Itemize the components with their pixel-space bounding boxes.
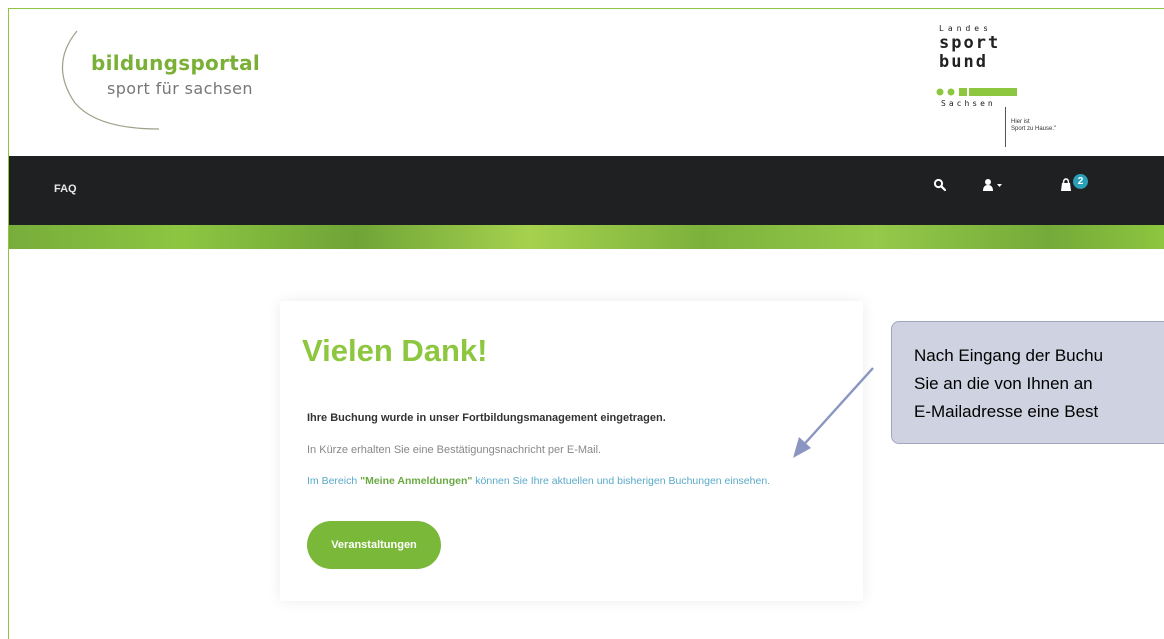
lsb-line1: Landes	[939, 24, 992, 33]
cart-icon[interactable]	[1059, 178, 1073, 197]
nav-faq-link[interactable]: FAQ	[54, 183, 77, 195]
confirmation-email-notice: In Kürze erhalten Sie eine Bestätigungsn…	[307, 444, 602, 456]
lsb-slogan: Hier ist Sport zu Hause."	[1011, 119, 1056, 133]
landessportbund-logo[interactable]: Landes sport bund Sachsen Hier ist Sport…	[929, 21, 1099, 153]
lsb-slogan-line2: Sport zu Hause."	[1011, 126, 1057, 133]
lsb-wordmark: Landes sport bund	[939, 25, 1000, 71]
logo-tagline: sport für sachsen	[107, 79, 253, 98]
meine-anmeldungen-link[interactable]: "Meine Anmeldungen"	[360, 475, 472, 487]
callout-arrow-icon	[793, 367, 874, 458]
user-menu-icon[interactable]	[983, 178, 1005, 197]
search-icon[interactable]	[933, 178, 947, 197]
cart-count-badge: 2	[1073, 174, 1088, 189]
logo-name: bildungsportal	[91, 51, 261, 75]
lsb-line3: bund	[939, 52, 988, 72]
my-bookings-hint-prefix: Im Bereich	[307, 475, 361, 487]
veranstaltungen-button[interactable]: Veranstaltungen	[307, 521, 441, 569]
callout-line2: Sie an die von Ihnen an	[914, 374, 1093, 393]
my-bookings-hint: Im Bereich "Meine Anmeldungen" können Si…	[307, 473, 827, 490]
lsb-slogan-line1: Hier ist	[1011, 119, 1030, 125]
my-bookings-hint-suffix: können Sie Ihre aktuellen und bisherigen…	[472, 475, 771, 487]
annotation-callout: Nach Eingang der Buchu Sie an die von Ih…	[891, 321, 1164, 444]
lsb-line4: Sachsen	[941, 99, 996, 108]
lsb-divider	[1005, 107, 1006, 147]
lsb-dots-icon	[936, 88, 1017, 96]
lsb-line2: sport	[939, 33, 1001, 53]
confirmation-title: Vielen Dank!	[302, 333, 488, 368]
decorative-green-band	[9, 225, 1164, 249]
callout-line1: Nach Eingang der Buchu	[914, 346, 1104, 365]
callout-line3: E-Mailadresse eine Best	[914, 402, 1099, 421]
confirmation-message: Ihre Buchung wurde in unser Fortbildungs…	[307, 412, 666, 424]
main-navbar: FAQ 2	[9, 156, 1164, 225]
page-frame: bildungsportal sport für sachsen Landes …	[8, 8, 1164, 639]
bildungsportal-logo[interactable]: bildungsportal sport für sachsen	[47, 25, 307, 135]
confirmation-card: Vielen Dank! Ihre Buchung wurde in unser…	[280, 301, 863, 601]
site-header: bildungsportal sport für sachsen Landes …	[9, 9, 1164, 156]
